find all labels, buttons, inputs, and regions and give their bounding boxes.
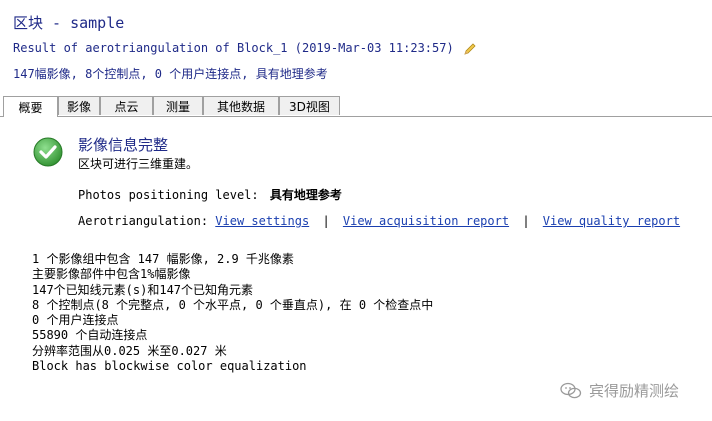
view-acquisition-report-link[interactable]: View acquisition report xyxy=(343,214,509,228)
stat-line: 0 个用户连接点 xyxy=(32,313,119,328)
block-statistics: 1 个影像组中包含 147 幅影像, 2.9 千兆像素 主要影像部件中包含1%幅… xyxy=(32,252,433,374)
block-title: 区块 - sample xyxy=(13,14,125,32)
watermark: 宾得励精测绘 xyxy=(560,380,679,401)
view-settings-link[interactable]: View settings xyxy=(215,214,309,228)
tab-overview[interactable]: 概要 xyxy=(3,96,58,117)
stat-line: Block has blockwise color equalization xyxy=(32,359,307,374)
positioning-value: 具有地理参考 xyxy=(269,188,342,202)
aerotriangulation-row: Aerotriangulation: View settings | View … xyxy=(78,214,680,228)
status-subtext: 区块可进行三维重建。 xyxy=(78,157,199,171)
aerotriangulation-label: Aerotriangulation: xyxy=(78,214,209,228)
tab-surveys[interactable]: 测量 xyxy=(153,96,203,115)
block-header: 区块 - sample Result of aerotriangulation … xyxy=(0,0,712,96)
stat-line: 主要影像部件中包含1%幅影像 xyxy=(32,267,191,282)
watermark-text: 宾得励精测绘 xyxy=(589,382,680,400)
positioning-label: Photos positioning level: xyxy=(78,188,259,202)
stat-line: 分辨率范围从0.025 米至0.027 米 xyxy=(32,343,227,358)
tab-point-cloud[interactable]: 点云 xyxy=(100,96,153,115)
positioning-row: Photos positioning level: 具有地理参考 xyxy=(78,186,342,203)
tab-photos[interactable]: 影像 xyxy=(58,96,100,115)
stat-line: 8 个控制点(8 个完整点, 0 个水平点, 0 个垂直点), 在 0 个检查点… xyxy=(32,297,434,312)
stat-line: 55890 个自动连接点 xyxy=(32,328,148,343)
link-separator: | xyxy=(522,214,530,228)
block-summary: 147幅影像, 8个控制点, 0 个用户连接点, 具有地理参考 xyxy=(13,67,328,81)
tab-bar: 概要 影像 点云 测量 其他数据 3D视图 xyxy=(0,96,712,117)
tab-3d-view[interactable]: 3D视图 xyxy=(279,96,340,115)
result-subtitle: Result of aerotriangulation of Block_1 (… xyxy=(13,41,454,55)
stat-line: 147个已知线元素(s)和147个已知角元素 xyxy=(32,282,254,297)
stat-line: 1 个影像组中包含 147 幅影像, 2.9 千兆像素 xyxy=(32,252,294,266)
overview-panel: 影像信息完整 区块可进行三维重建。 Photos positioning lev… xyxy=(0,117,712,421)
check-circle-icon xyxy=(33,137,63,167)
wechat-logo-icon xyxy=(560,382,582,400)
result-row: Result of aerotriangulation of Block_1 (… xyxy=(13,41,477,55)
view-quality-report-link[interactable]: View quality report xyxy=(543,214,680,228)
tab-additional-data[interactable]: 其他数据 xyxy=(203,96,279,115)
status-heading: 影像信息完整 xyxy=(78,136,169,154)
link-separator: | xyxy=(322,214,330,228)
edit-pencil-icon[interactable] xyxy=(463,41,477,55)
